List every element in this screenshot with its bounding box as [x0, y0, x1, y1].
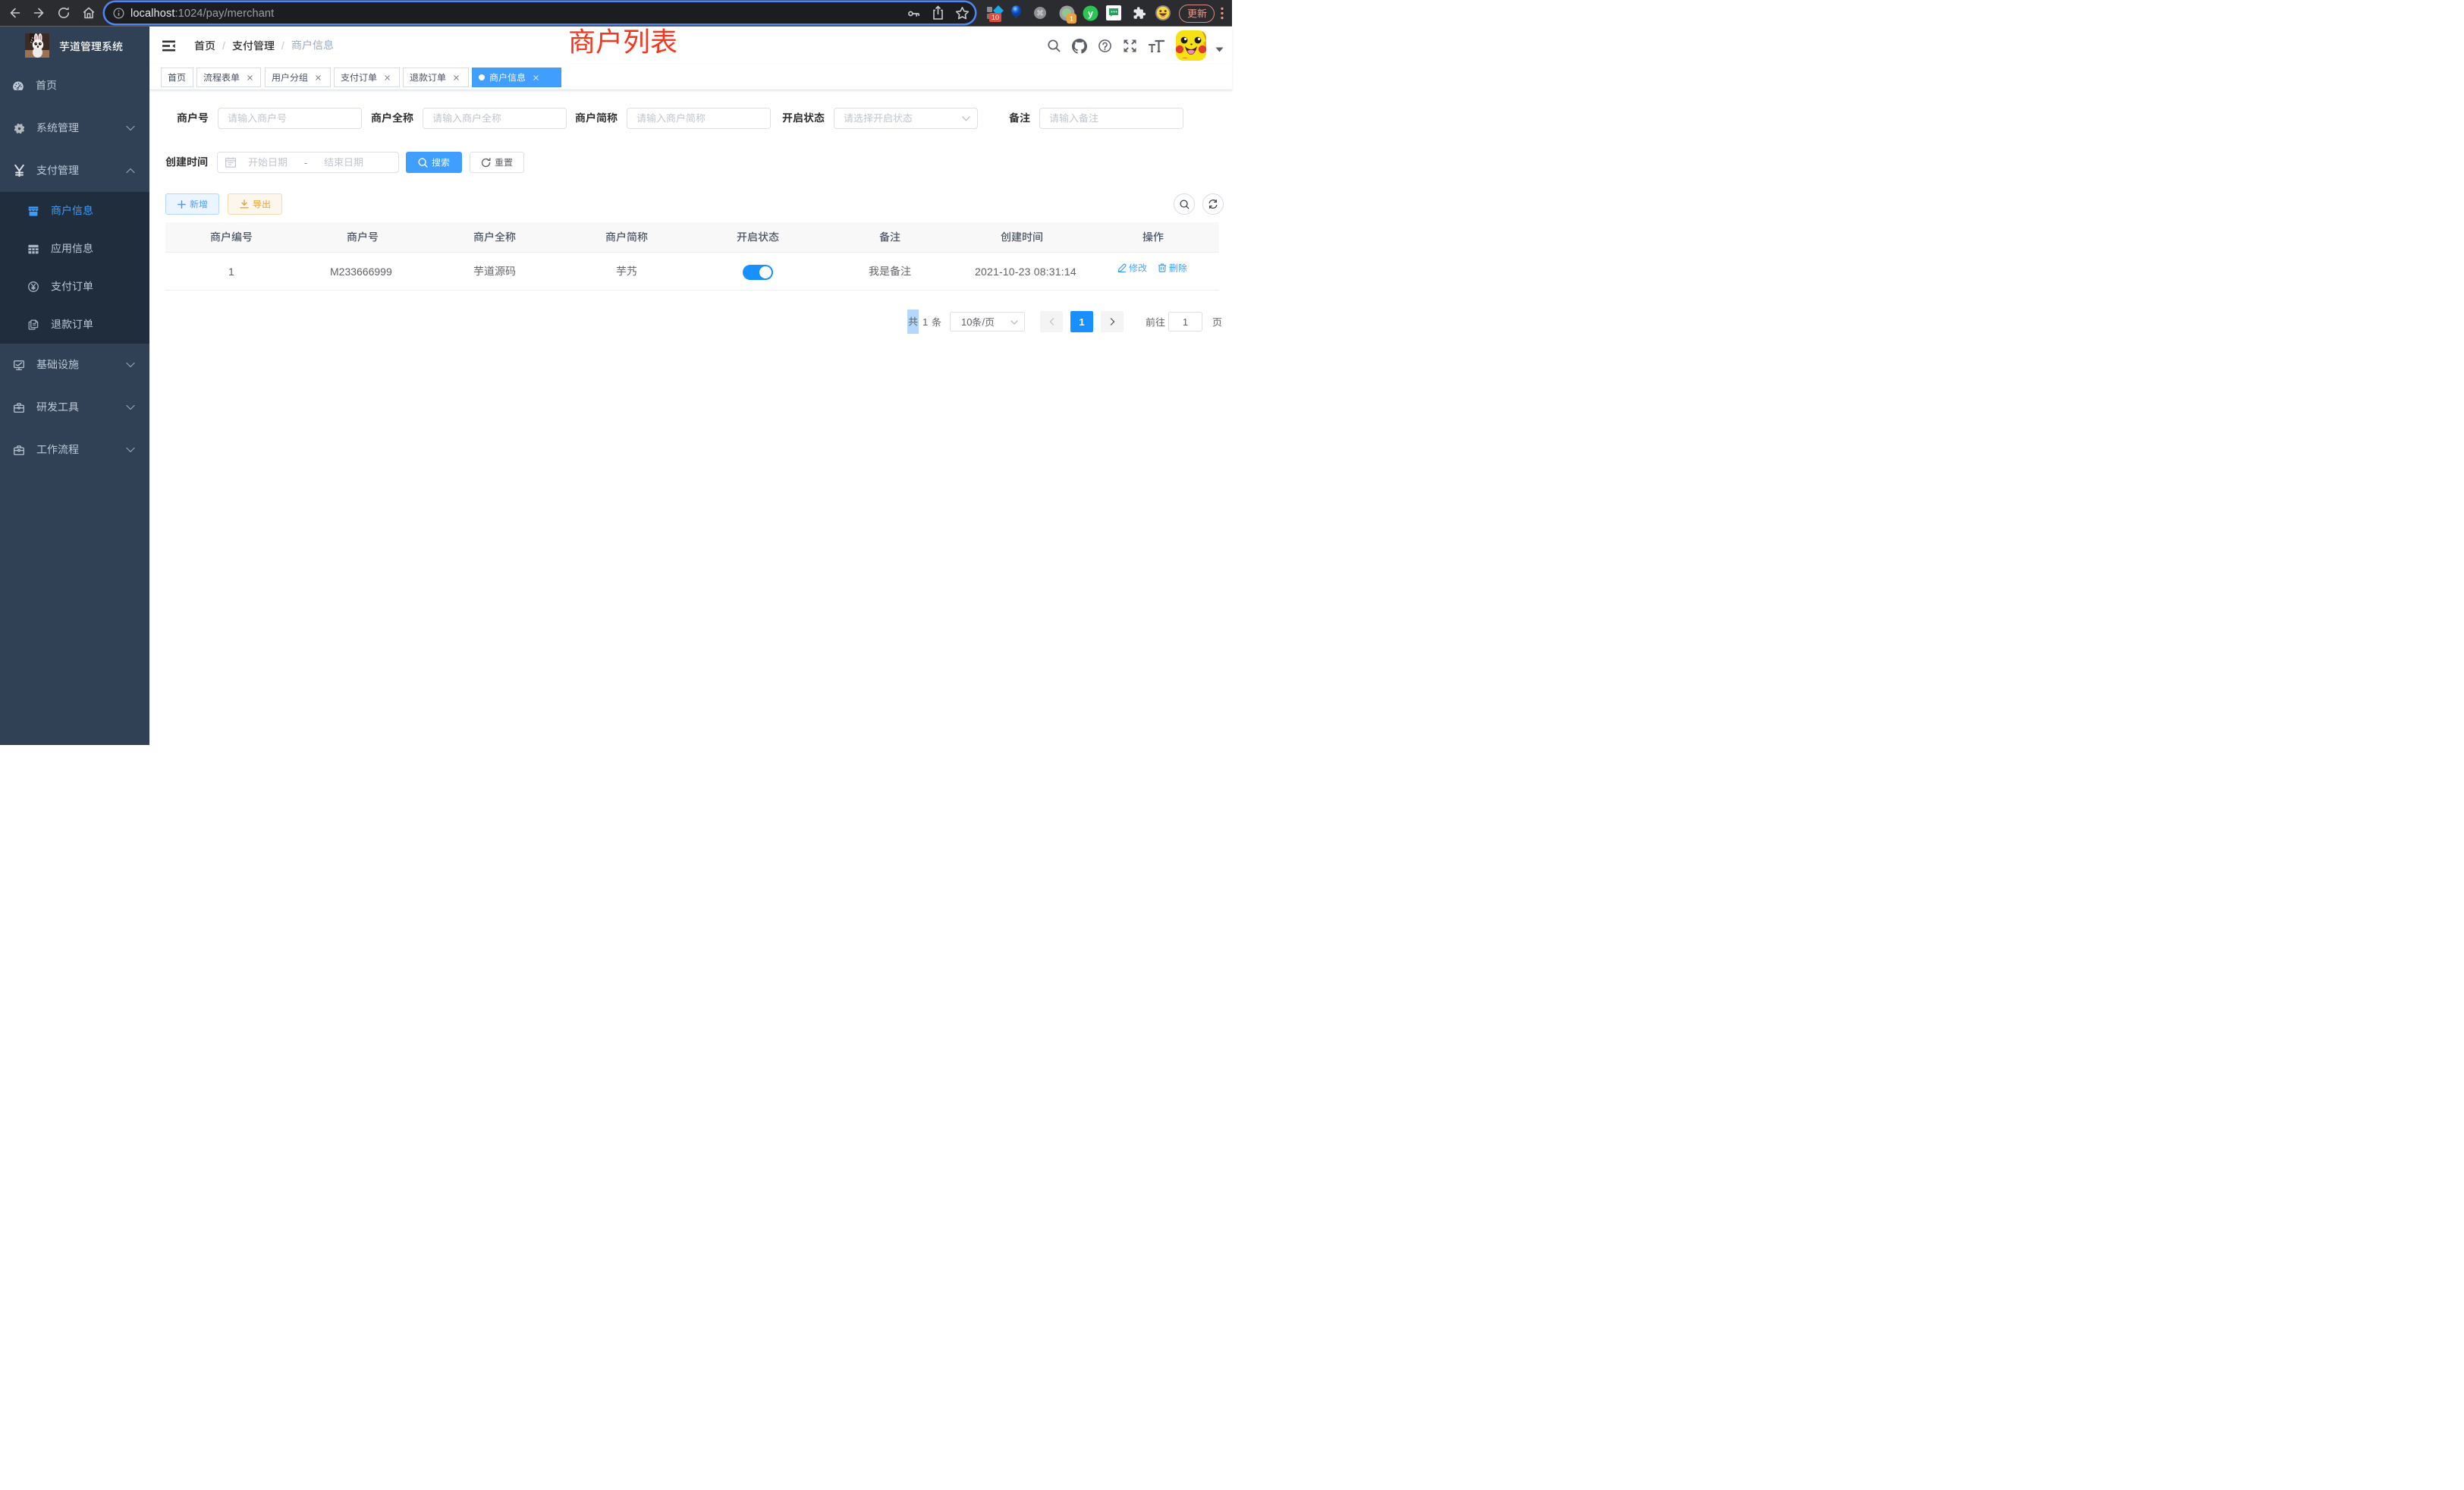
- svg-text:y: y: [1088, 8, 1094, 19]
- svg-text:⌘: ⌘: [1036, 10, 1044, 18]
